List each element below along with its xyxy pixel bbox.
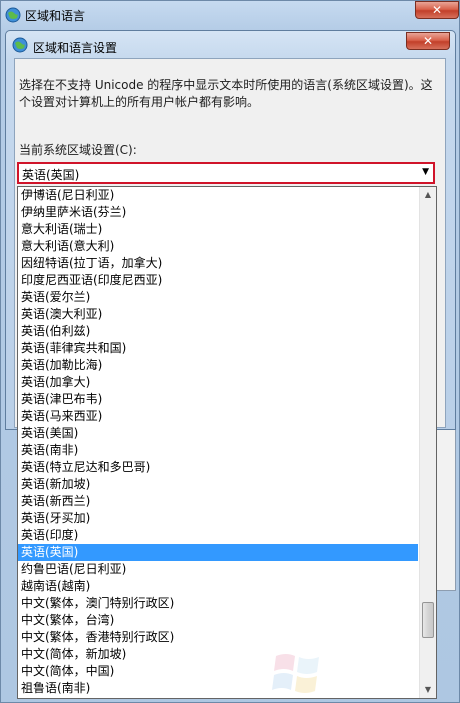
list-item[interactable]: 英语(马来西亚) [18, 408, 418, 425]
list-item[interactable]: 中文(简体，新加坡) [18, 646, 418, 663]
list-item[interactable]: 英语(美国) [18, 425, 418, 442]
locale-dropdown-list[interactable]: 伊博语(尼日利亚) 伊纳里萨米语(芬兰) 意大利语(瑞士) 意大利语(意大利) 因纽特语… [17, 186, 437, 699]
list-item[interactable]: 中文(繁体，澳门特别行政区) [18, 595, 418, 612]
list-item[interactable]: 英语(特立尼达和多巴哥) [18, 459, 418, 476]
list-item[interactable]: 英语(南非) [18, 442, 418, 459]
list-item[interactable]: 英语(加勒比海) [18, 357, 418, 374]
dialog-titlebar[interactable]: 区域和语言设置 ✕ [6, 31, 455, 57]
combo-selected-value: 英语(英国) [22, 168, 80, 182]
list-item[interactable]: 意大利语(意大利) [18, 238, 418, 255]
windows-logo-icon [272, 654, 319, 693]
scroll-down-icon[interactable]: ▼ [420, 682, 436, 698]
current-locale-label: 当前系统区域设置(C): [19, 143, 137, 157]
dialog-close-button[interactable]: ✕ [406, 32, 450, 50]
list-item[interactable]: 印度尼西亚语(印度尼西亚) [18, 272, 418, 289]
list-item[interactable]: 意大利语(瑞士) [18, 221, 418, 238]
list-item[interactable]: 英语(加拿大) [18, 374, 418, 391]
description-text: 选择在不支持 Unicode 的程序中显示文本时所使用的语言(系统区域设置)。这… [19, 78, 433, 109]
list-item[interactable]: 英语(新西兰) [18, 493, 418, 510]
scroll-up-icon[interactable]: ▲ [420, 187, 436, 203]
dialog-title: 区域和语言设置 [33, 41, 118, 55]
list-item[interactable]: 英语(印度) [18, 527, 418, 544]
list-item[interactable]: 英语(澳大利亚) [18, 306, 418, 323]
list-item[interactable]: 英语(伯利兹) [18, 323, 418, 340]
locale-list[interactable]: 伊博语(尼日利亚) 伊纳里萨米语(芬兰) 意大利语(瑞士) 意大利语(意大利) 因纽特语… [18, 187, 418, 697]
dropdown-scrollbar[interactable]: ▲ ▼ [419, 187, 436, 698]
list-item[interactable]: 因纽特语(拉丁语，加拿大) [18, 255, 418, 272]
list-item[interactable]: 中文(繁体，台湾) [18, 612, 418, 629]
list-item[interactable]: 英语(新加坡) [18, 476, 418, 493]
chevron-down-icon[interactable]: ▼ [422, 167, 429, 177]
globe-icon [12, 37, 28, 53]
scroll-thumb[interactable] [422, 602, 434, 638]
list-item[interactable]: 英语(牙买加) [18, 510, 418, 527]
list-item[interactable]: 约鲁巴语(尼日利亚) [18, 561, 418, 578]
list-item[interactable]: 伊纳里萨米语(芬兰) [18, 204, 418, 221]
list-item[interactable]: 英语(英国) [18, 544, 418, 561]
globe-icon [5, 7, 21, 23]
window-titlebar[interactable]: 区域和语言 ✕ [1, 1, 460, 29]
locale-combobox[interactable]: 英语(英国) ▼ [17, 162, 435, 184]
list-item[interactable]: 英语(津巴布韦) [18, 391, 418, 408]
list-item[interactable]: 英语(爱尔兰) [18, 289, 418, 306]
list-item[interactable]: 越南语(越南) [18, 578, 418, 595]
list-item[interactable]: 祖鲁语(南非) [18, 680, 418, 697]
list-item[interactable]: 中文(简体，中国) [18, 663, 418, 680]
list-item[interactable]: 伊博语(尼日利亚) [18, 187, 418, 204]
window-close-button[interactable]: ✕ [415, 1, 459, 19]
list-item[interactable]: 英语(菲律宾共和国) [18, 340, 418, 357]
window-title: 区域和语言 [25, 9, 86, 23]
list-item[interactable]: 中文(繁体，香港特别行政区) [18, 629, 418, 646]
